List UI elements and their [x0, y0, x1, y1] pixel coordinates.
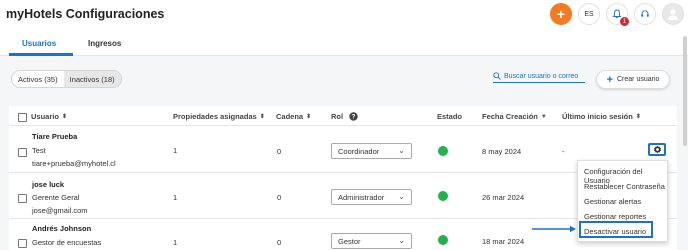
language-label: ES [584, 10, 594, 18]
user-created: 18 mar 2024 [482, 237, 525, 246]
role-select[interactable]: Administrador ⌄ [331, 189, 412, 205]
user-email: jose@gmail.com [32, 206, 88, 215]
user-created: 26 mar 2024 [482, 193, 525, 202]
scrollbar[interactable] [683, 36, 687, 146]
user-email: tiare+prueba@myhotel.cl [32, 159, 116, 168]
row-checkbox[interactable] [18, 239, 27, 248]
filter-active[interactable]: Activos (35) [12, 71, 64, 87]
top-bar: myHotels Configuraciones + ES 1 [0, 0, 688, 30]
menu-item-manage-reports[interactable]: Gestionar reportes [584, 212, 646, 221]
user-icon [668, 9, 678, 20]
menu-item-reset-password[interactable]: Restablecer Contraseña [584, 182, 665, 191]
notifications-button[interactable]: 1 [606, 3, 629, 26]
header-role[interactable]: Rol ? [331, 112, 358, 121]
user-name: jose luck [32, 180, 65, 189]
user-properties: 1 [173, 238, 178, 247]
sort-icon: ⬍ [259, 114, 265, 120]
header-state-label: Estado [437, 112, 463, 121]
header-properties-label: Propiedades asignadas [173, 112, 257, 121]
header-state: Estado [437, 112, 462, 121]
help-icon[interactable]: ? [349, 112, 358, 121]
create-user-label: Crear usuario [617, 76, 660, 83]
language-button[interactable]: ES [578, 3, 600, 25]
user-name: Tiare Prueba [32, 132, 78, 141]
user-avatar[interactable] [662, 3, 684, 25]
header-created-label: Fecha Creación [482, 112, 538, 121]
header-last-login[interactable]: Último inicio sesión ⬍ [562, 112, 641, 121]
row-checkbox[interactable] [18, 194, 27, 203]
tab-usuarios[interactable]: Usuarios [22, 39, 56, 48]
header-last-login-label: Último inicio sesión [562, 112, 633, 121]
status-active-dot [438, 235, 448, 245]
role-select[interactable]: Gestor ⌄ [331, 233, 412, 249]
create-user-button[interactable]: + Crear usuario [596, 70, 670, 89]
select-all-checkbox[interactable] [18, 113, 27, 122]
deactivate-highlight [579, 221, 653, 238]
app-title: myHotels Configuraciones [6, 7, 165, 21]
row-settings-button[interactable] [648, 143, 666, 156]
svg-text:?: ? [352, 114, 356, 121]
search-input[interactable]: Buscar usuario o correo [493, 70, 585, 83]
header-user[interactable]: Usuario ⬍ [31, 112, 67, 121]
gear-icon [653, 145, 661, 154]
role-select[interactable]: Coordinador ⌄ [331, 143, 412, 159]
header-role-label: Rol [331, 112, 344, 121]
status-filter: Activos (35) Inactivos (18) [11, 70, 122, 88]
user-chain: 0 [277, 147, 282, 156]
role-value: Gestor [338, 236, 361, 246]
arrow-icon [532, 225, 576, 233]
chevron-down-icon: ⌄ [398, 192, 405, 201]
chevron-down-icon: ⌄ [398, 236, 405, 245]
plus-icon: + [606, 73, 613, 86]
user-chain: 0 [277, 238, 282, 247]
user-name: Andrés Johnson [32, 224, 92, 233]
header-created[interactable]: Fecha Creación ▼ [482, 112, 547, 121]
plus-icon: + [556, 6, 566, 22]
notification-badge: 1 [620, 17, 629, 26]
header-user-label: Usuario [31, 112, 59, 121]
header-properties[interactable]: Propiedades asignadas ⬍ [173, 112, 265, 121]
user-chain: 0 [277, 193, 282, 202]
user-position: Gestor de encuestas [32, 238, 102, 247]
status-active-dot [438, 146, 448, 156]
sort-icon: ⬍ [635, 114, 641, 120]
header-chain-label: Cadena [276, 112, 304, 121]
divider [9, 125, 677, 126]
tab-bar: Usuarios Ingresos [0, 30, 688, 56]
filter-inactive[interactable]: Inactivos (18) [63, 71, 121, 87]
top-actions: + ES 1 [550, 3, 684, 26]
header-chain[interactable]: Cadena ⬍ [276, 112, 311, 121]
sort-down-icon: ▼ [540, 113, 547, 120]
user-properties: 1 [173, 193, 178, 202]
status-active-dot [438, 191, 448, 201]
menu-item-manage-alerts[interactable]: Gestionar alertas [584, 197, 641, 206]
sort-icon: ⬍ [61, 114, 67, 120]
user-properties: 1 [173, 146, 178, 155]
user-created: 8 may 2024 [482, 147, 522, 156]
add-button[interactable]: + [550, 3, 572, 25]
tab-ingresos[interactable]: Ingresos [88, 39, 121, 48]
support-button[interactable] [634, 3, 656, 25]
role-value: Coordinador [338, 146, 380, 156]
user-position: Test [32, 146, 46, 155]
row-checkbox[interactable] [18, 148, 27, 157]
headset-icon [641, 10, 649, 17]
active-tab-indicator [9, 53, 73, 56]
user-last-login: - [562, 147, 565, 156]
search-placeholder: Buscar usuario o correo [504, 72, 579, 80]
role-value: Administrador [338, 192, 385, 202]
search-icon [493, 72, 501, 80]
chevron-down-icon: ⌄ [398, 146, 405, 155]
user-position: Gerente Geral [32, 193, 80, 202]
sort-icon: ⬍ [306, 114, 312, 120]
